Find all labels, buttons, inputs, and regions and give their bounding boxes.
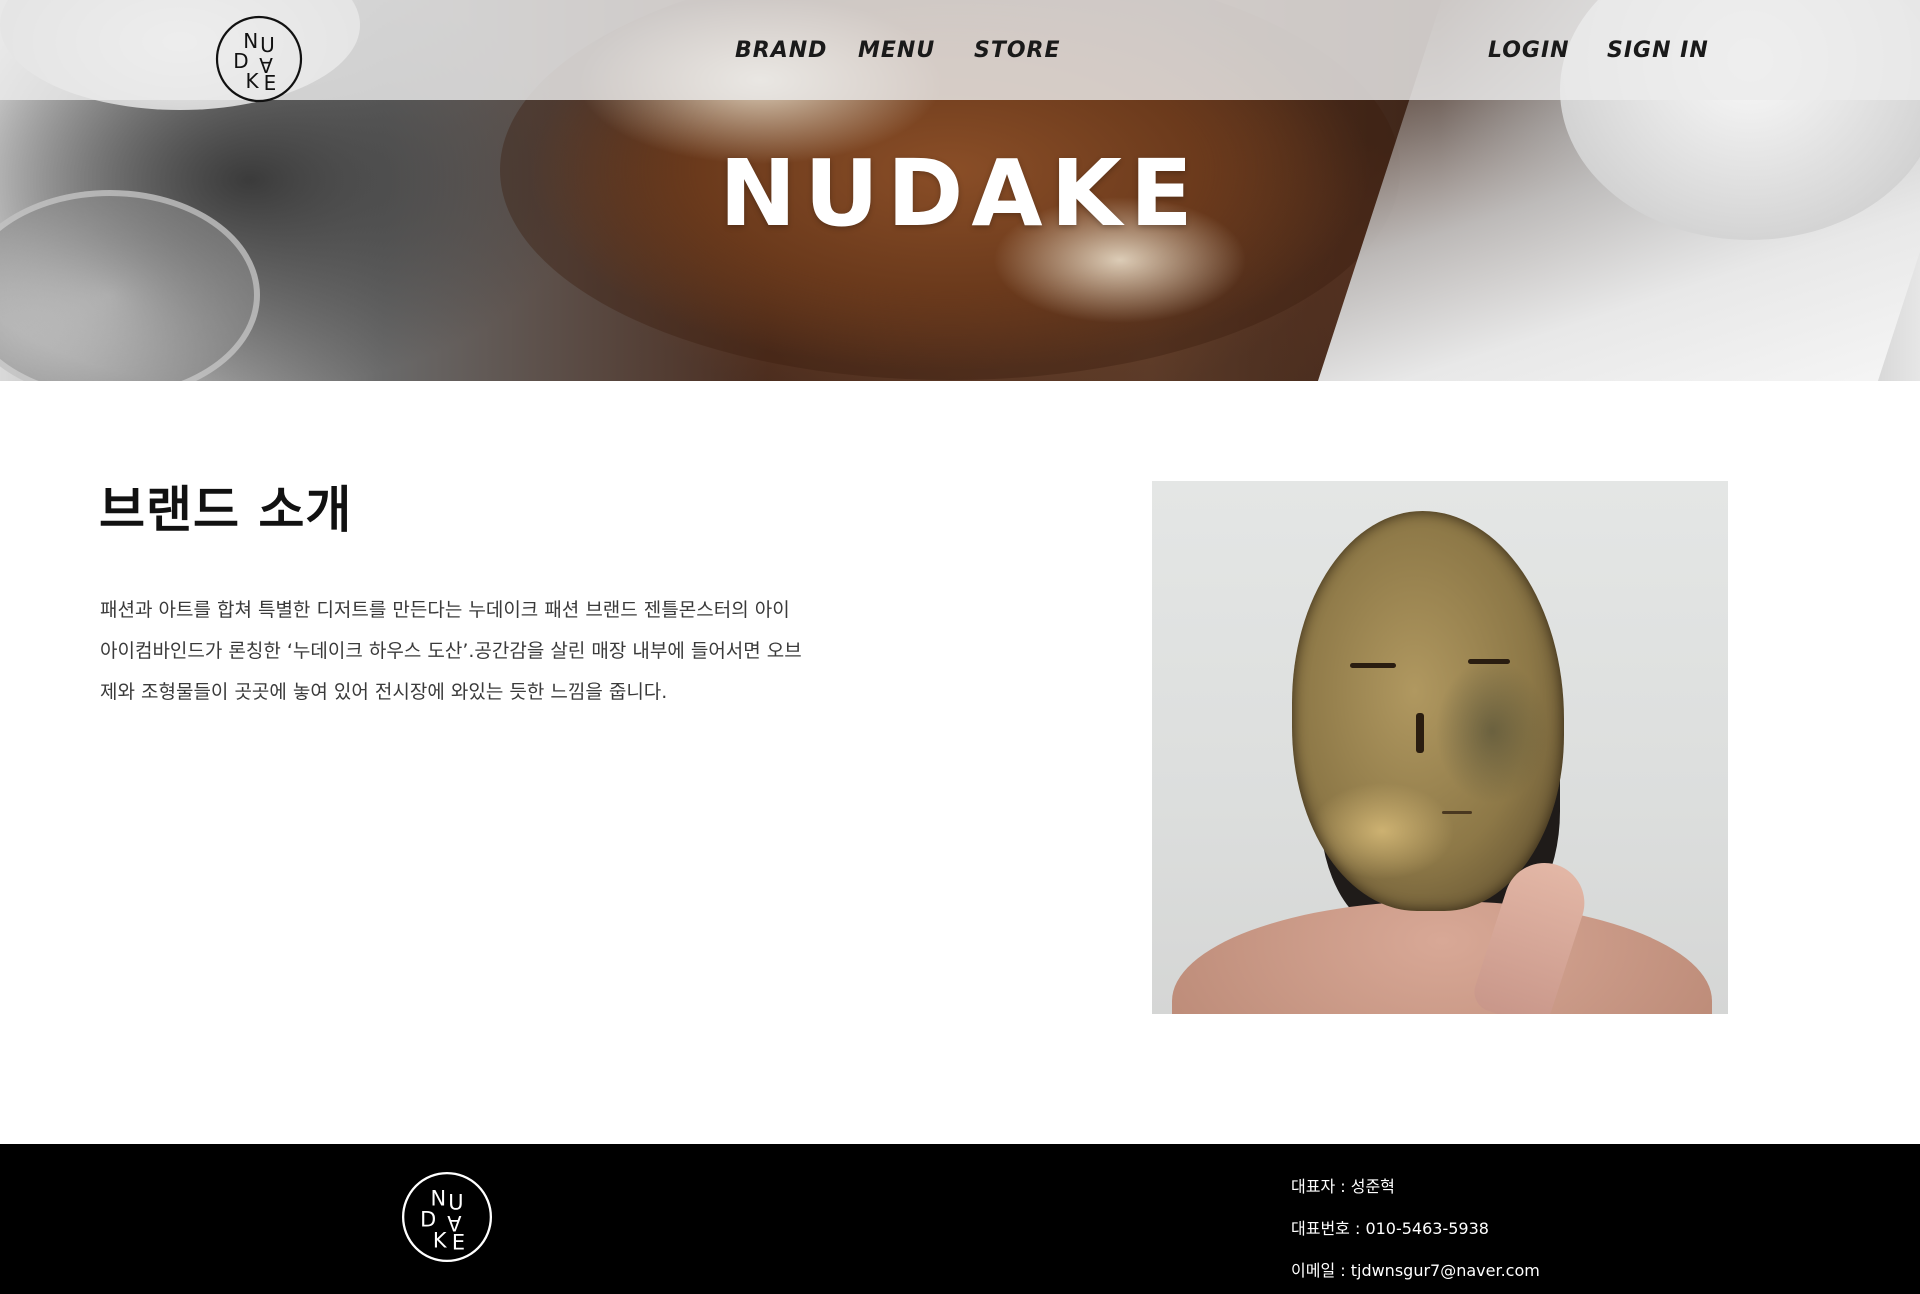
photo-mask-eye-left	[1350, 663, 1396, 668]
brand-intro-line-1: 패션과 아트를 합쳐 특별한 디저트를 만든다는 누데이크 패션 브랜드 젠틀몬…	[100, 599, 790, 621]
photo-shoulders	[1172, 901, 1712, 1014]
photo-mask-mouth	[1442, 811, 1472, 814]
brand-section-title: 브랜드 소개	[99, 481, 353, 539]
photo-bread-mask	[1292, 511, 1564, 911]
brand-photo	[1152, 481, 1728, 1014]
footer-nudake-logo[interactable]: NU D A K E	[400, 1170, 494, 1264]
site-footer: NU D A K E 대표자 : 성준혁 대표번호 : 010-5463-593…	[0, 1144, 1920, 1294]
nav-link-login[interactable]: LOGIN	[1488, 36, 1570, 66]
footer-email: 이메일 : tjdwnsgur7@naver.com	[1291, 1261, 1540, 1280]
footer-phone: 대표번호 : 010-5463-5938	[1291, 1219, 1489, 1238]
nav-link-signin[interactable]: SIGN IN	[1607, 36, 1709, 66]
nav-link-brand[interactable]: BRAND	[735, 36, 827, 66]
footer-contact-info: 대표자 : 성준혁 대표번호 : 010-5463-5938 이메일 : tjd…	[1291, 1166, 1540, 1292]
photo-mask-eye-right	[1468, 659, 1510, 664]
brand-intro-line-2: 아이컴바인드가 론칭한 ‘누데이크 하우스 도산’.공간감을 살린 매장 내부에…	[100, 640, 802, 662]
photo-mask-nose	[1416, 713, 1424, 753]
svg-text:K: K	[245, 69, 259, 93]
svg-text:E: E	[452, 1230, 465, 1254]
nudake-logo[interactable]: NU D A K E	[214, 14, 304, 104]
nav-link-menu[interactable]: MENU	[858, 36, 935, 66]
footer-ceo: 대표자 : 성준혁	[1291, 1177, 1395, 1196]
brand-intro-text: 패션과 아트를 합쳐 특별한 디저트를 만든다는 누데이크 패션 브랜드 젠틀몬…	[100, 590, 870, 713]
hero-title: NUDAKE	[719, 140, 1201, 247]
nav-link-store[interactable]: STORE	[974, 36, 1061, 66]
brand-intro-line-3: 제와 조형물들이 곳곳에 놓여 있어 전시장에 와있는 듯한 느낌을 줍니다.	[100, 681, 668, 703]
svg-text:K: K	[433, 1228, 448, 1252]
svg-text:E: E	[264, 71, 277, 95]
top-nav: NU D A K E BRAND MENU STORE LOGIN SIGN I…	[0, 0, 1920, 103]
